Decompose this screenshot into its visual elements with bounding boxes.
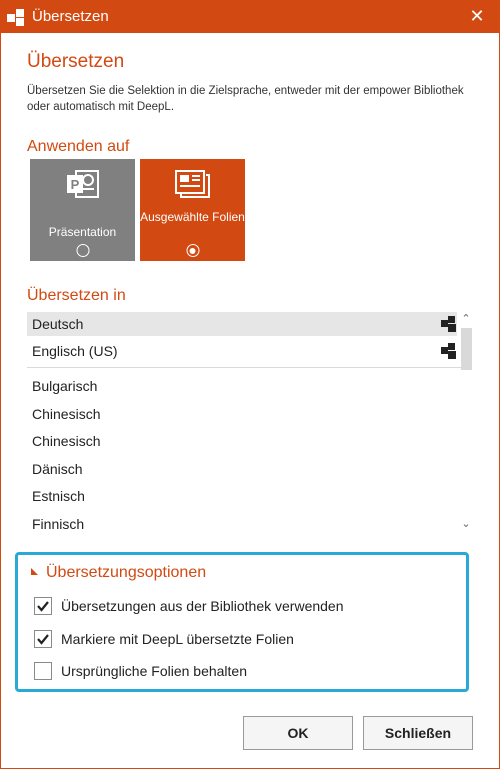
dialog-description: Übersetzen Sie die Selektion in die Ziel…: [27, 85, 464, 113]
language-item-deutsch[interactable]: Deutsch: [27, 312, 457, 336]
language-label: Finnisch: [32, 516, 85, 532]
selected-slides-radio[interactable]: [186, 244, 199, 257]
selected-slides-option-tile[interactable]: Ausgewählte Folien: [140, 159, 245, 261]
language-item-englisch-us[interactable]: Englisch (US): [27, 339, 457, 363]
option-label: Übersetzungen aus der Bibliothek verwend…: [61, 598, 344, 614]
language-item[interactable]: Dänisch: [27, 457, 457, 481]
deepl-icon: [441, 316, 456, 332]
language-item[interactable]: Bulgarisch: [27, 374, 457, 398]
deepl-icon: [441, 343, 456, 359]
scroll-up-icon[interactable]: ⌃: [458, 313, 474, 325]
checkmark-icon: [37, 634, 49, 645]
favorites-divider: [27, 367, 472, 368]
language-list-scrollbar[interactable]: ⌃ ⌄: [458, 310, 474, 540]
language-label: Chinesisch: [32, 406, 101, 422]
option-label: Markiere mit DeepL übersetzte Folien: [61, 631, 294, 647]
language-list[interactable]: Deutsch Englisch (US) Bulgarisch Chinesi…: [27, 310, 475, 540]
scroll-down-icon[interactable]: ⌄: [458, 518, 474, 530]
powerpoint-icon: P: [66, 170, 99, 198]
checkbox-checked[interactable]: [34, 597, 52, 615]
translation-options-toggle[interactable]: Übersetzungsoptionen: [31, 564, 206, 582]
translate-dialog: Übersetzen ✕ Übersetzen Übersetzen Sie d…: [0, 0, 500, 769]
language-item[interactable]: Finnisch: [27, 512, 457, 536]
close-button[interactable]: Schließen: [363, 716, 473, 750]
translate-to-label: Übersetzen in: [27, 287, 126, 304]
apply-to-label: Anwenden auf: [27, 138, 130, 155]
window-title: Übersetzen: [32, 8, 109, 25]
language-label: Englisch (US): [32, 343, 118, 359]
collapse-triangle-icon: [31, 568, 38, 575]
app-logo-icon: [7, 9, 24, 26]
selected-slides-option-label: Ausgewählte Folien: [140, 210, 245, 224]
dialog-heading: Übersetzen: [27, 51, 125, 72]
checkbox-checked[interactable]: [34, 630, 52, 648]
title-bar: Übersetzen ✕: [1, 1, 499, 33]
language-label: Estnisch: [32, 488, 85, 504]
presentation-radio[interactable]: [76, 244, 89, 257]
checkbox-unchecked[interactable]: [34, 662, 52, 680]
language-label: Bulgarisch: [32, 378, 98, 394]
presentation-option-tile[interactable]: P Präsentation: [30, 159, 135, 261]
option-label: Ursprüngliche Folien behalten: [61, 663, 247, 679]
translation-options-header: Übersetzungsoptionen: [46, 564, 207, 581]
translation-options-panel: Übersetzungsoptionen Übersetzungen aus d…: [15, 552, 469, 692]
slides-icon: [174, 170, 210, 198]
language-label: Chinesisch: [32, 433, 101, 449]
language-item[interactable]: Chinesisch: [27, 429, 457, 453]
language-item[interactable]: Estnisch: [27, 484, 457, 508]
presentation-option-label: Präsentation: [48, 225, 117, 239]
checkmark-icon: [37, 601, 49, 612]
language-item[interactable]: Chinesisch: [27, 402, 457, 426]
close-window-icon[interactable]: ✕: [467, 5, 487, 27]
ok-button[interactable]: OK: [243, 716, 353, 750]
scrollbar-thumb[interactable]: [461, 328, 472, 370]
svg-text:P: P: [70, 177, 79, 192]
language-label: Dänisch: [32, 461, 83, 477]
language-label: Deutsch: [32, 316, 84, 332]
